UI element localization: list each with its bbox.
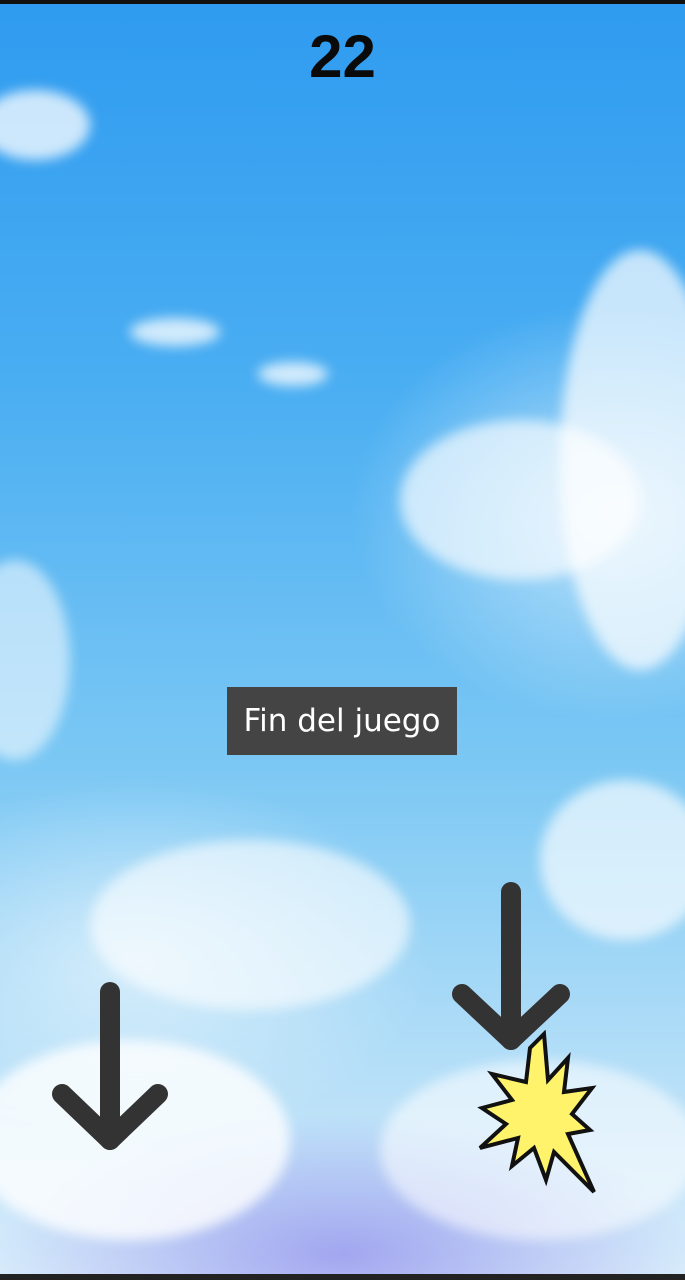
arrow-down-icon[interactable] (450, 882, 572, 1054)
cloud (560, 250, 685, 670)
cloud (0, 90, 90, 160)
game-canvas[interactable]: 22 Fin del juego (0, 0, 685, 1280)
explosion-icon (477, 1030, 597, 1194)
cloud (130, 318, 220, 346)
game-over-toast: Fin del juego (227, 687, 457, 755)
score-counter: 22 (309, 23, 376, 90)
status-bar-edge (0, 0, 685, 4)
cloud (258, 362, 328, 386)
cloud (0, 560, 70, 760)
navigation-bar-edge (0, 1274, 685, 1280)
arrow-down-icon[interactable] (50, 982, 170, 1154)
